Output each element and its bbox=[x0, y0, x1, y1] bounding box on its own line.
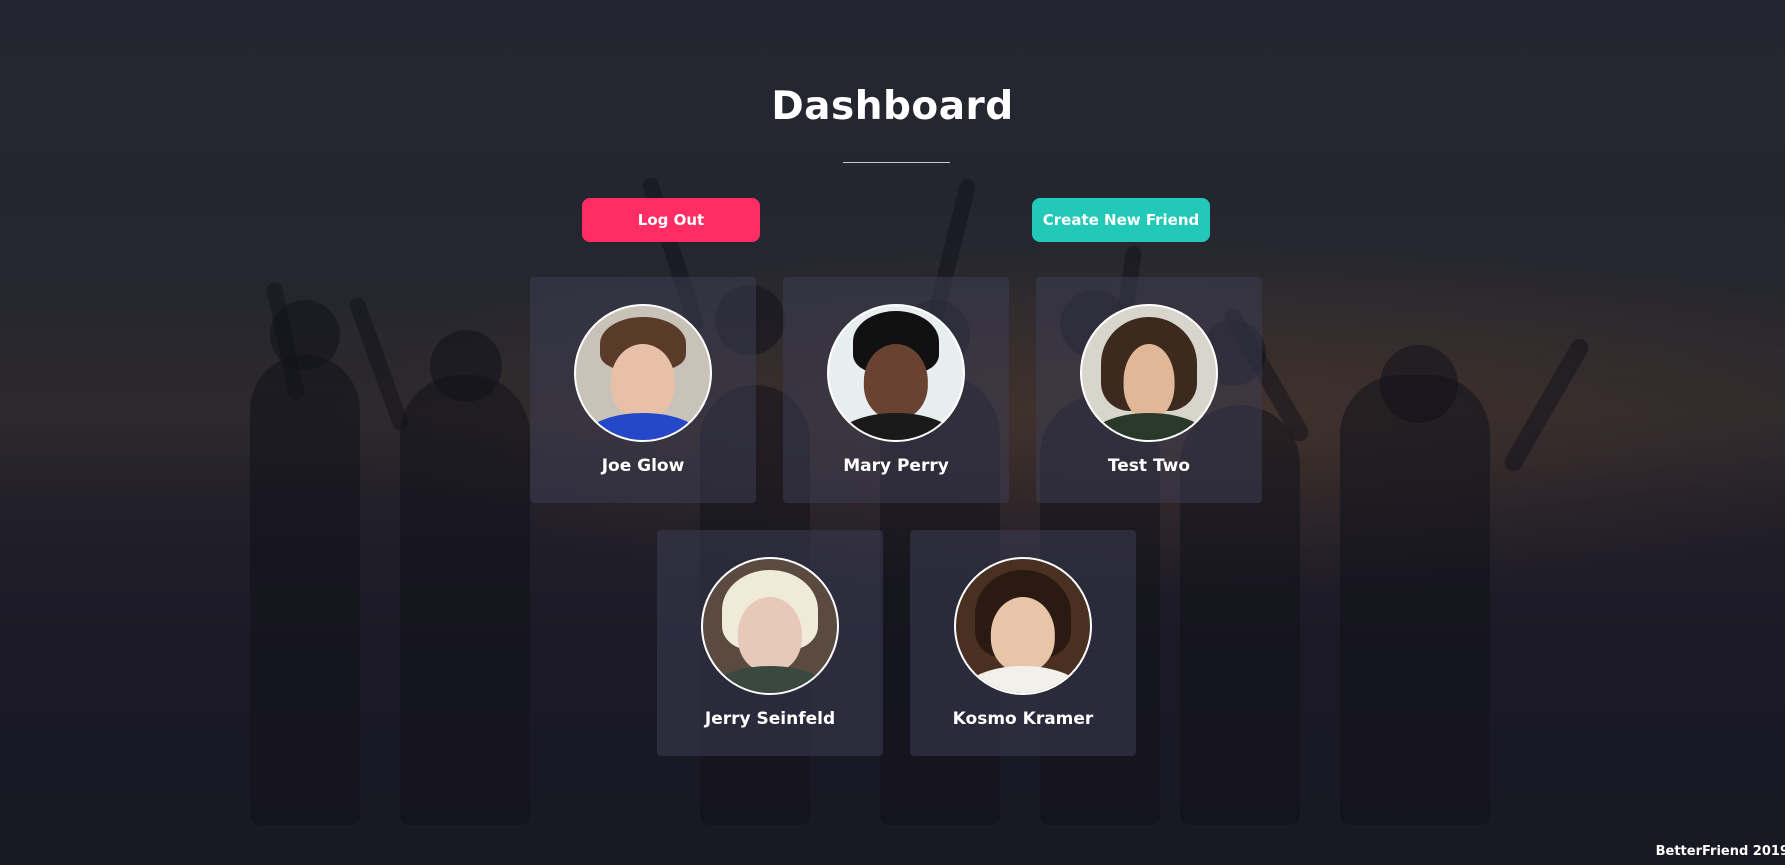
friend-avatar bbox=[701, 557, 839, 695]
friend-card[interactable]: Kosmo Kramer bbox=[910, 530, 1136, 756]
friend-name: Jerry Seinfeld bbox=[704, 709, 836, 729]
footer-text: BetterFriend 2019 bbox=[1655, 844, 1785, 859]
friend-avatar bbox=[827, 304, 965, 442]
friend-name: Kosmo Kramer bbox=[952, 709, 1094, 729]
friend-avatar bbox=[1080, 304, 1218, 442]
friend-name: Mary Perry bbox=[843, 456, 949, 476]
friend-avatar bbox=[574, 304, 712, 442]
create-new-friend-button[interactable]: Create New Friend bbox=[1032, 198, 1210, 242]
friend-card[interactable]: Joe Glow bbox=[530, 277, 756, 503]
title-divider bbox=[843, 162, 950, 163]
friend-avatar bbox=[954, 557, 1092, 695]
friend-name: Test Two bbox=[1107, 456, 1191, 476]
friend-name: Joe Glow bbox=[601, 456, 685, 476]
page-title: Dashboard bbox=[771, 84, 1014, 129]
friend-card[interactable]: Test Two bbox=[1036, 277, 1262, 503]
logout-button[interactable]: Log Out bbox=[582, 198, 760, 242]
friend-card[interactable]: Jerry Seinfeld bbox=[657, 530, 883, 756]
friend-card[interactable]: Mary Perry bbox=[783, 277, 1009, 503]
